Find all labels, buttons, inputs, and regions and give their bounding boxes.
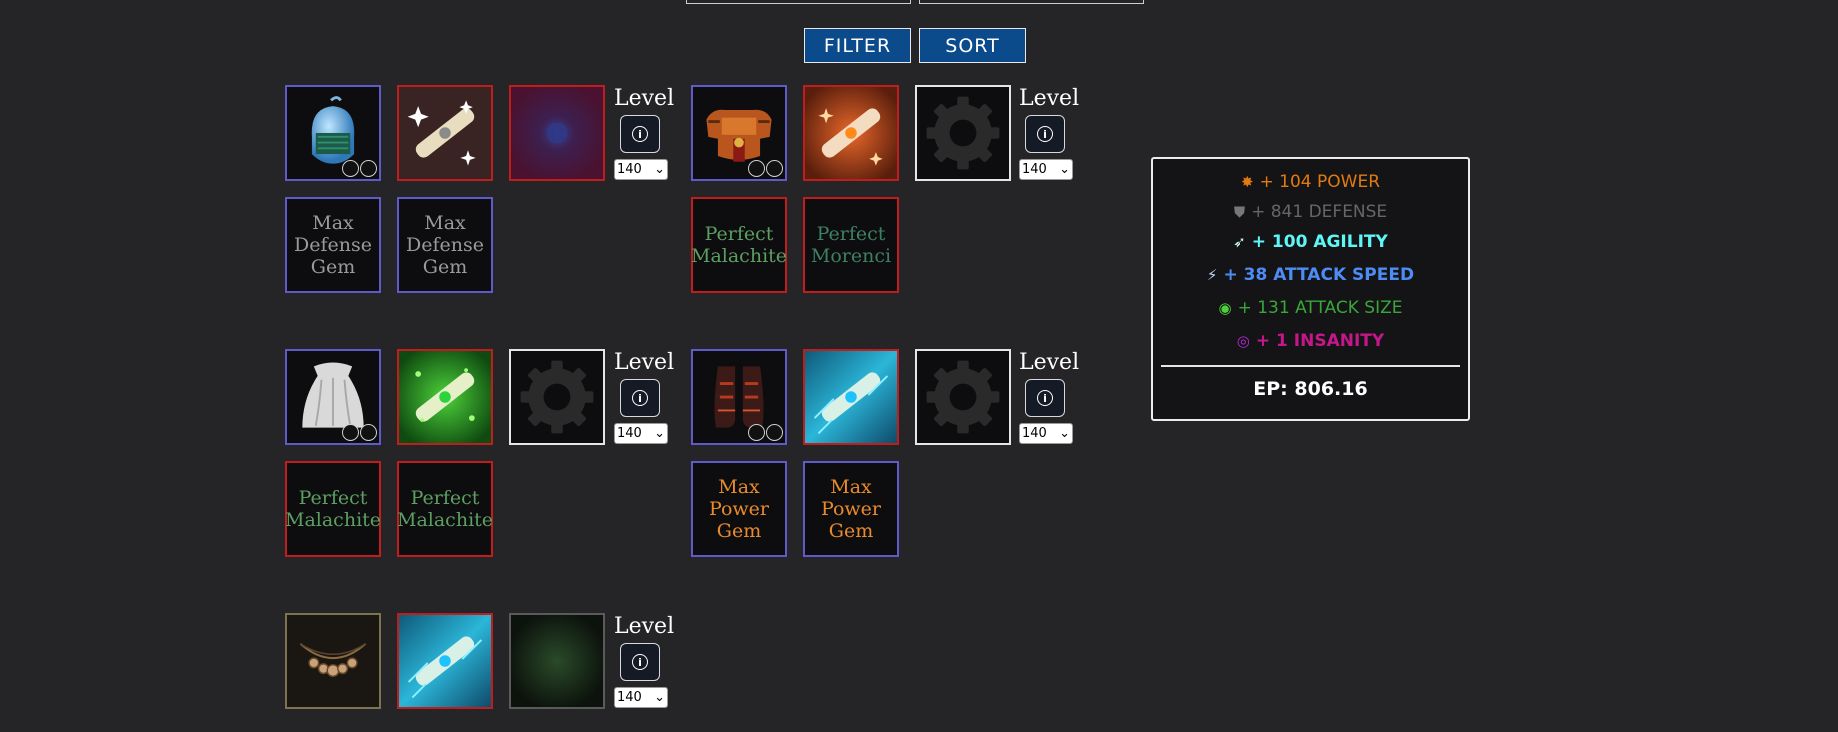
info-icon: i bbox=[632, 654, 648, 670]
extra-slot[interactable] bbox=[915, 85, 1011, 181]
chevron-down-icon: ⌄ bbox=[1059, 162, 1070, 177]
boots-slot[interactable] bbox=[691, 349, 787, 445]
defense-stat: ⛊ + 841 DEFENSE bbox=[1233, 202, 1388, 222]
extra-slot[interactable] bbox=[509, 85, 605, 181]
extra-slot[interactable] bbox=[915, 349, 1011, 445]
stats-divider bbox=[1161, 365, 1460, 367]
chevron-down-icon: ⌄ bbox=[1059, 426, 1070, 441]
chevron-down-icon: ⌄ bbox=[654, 162, 665, 177]
gem-slot[interactable]: Max Power Gem bbox=[803, 461, 899, 557]
gem-sockets bbox=[342, 160, 377, 177]
level-select[interactable]: 140 ⌄ bbox=[614, 159, 668, 180]
agility-stat: ➶ + 100 AGILITY bbox=[1233, 232, 1388, 252]
gem-slot[interactable]: Perfect Malachite bbox=[397, 461, 493, 557]
chest-slot[interactable] bbox=[691, 85, 787, 181]
chevron-down-icon: ⌄ bbox=[654, 690, 665, 705]
gem-slot[interactable]: Max Defense Gem bbox=[397, 197, 493, 293]
sort-input-partial[interactable] bbox=[919, 0, 1144, 4]
level-info-button[interactable]: i bbox=[620, 643, 660, 681]
helmet-slot[interactable] bbox=[285, 85, 381, 181]
upgrade-scroll-slot[interactable] bbox=[803, 85, 899, 181]
white-scroll-icon bbox=[399, 87, 491, 179]
level-label: Level bbox=[1019, 350, 1080, 375]
extra-slot[interactable] bbox=[509, 349, 605, 445]
shield-icon: ⛊ bbox=[1233, 203, 1246, 221]
chevron-down-icon: ⌄ bbox=[654, 426, 665, 441]
attack-size-stat: ◉ + 131 ATTACK SIZE bbox=[1218, 298, 1403, 318]
orange-scroll-icon bbox=[805, 87, 897, 179]
stats-panel: ✸ + 104 POWER ⛊ + 841 DEFENSE ➶ + 100 AG… bbox=[1151, 157, 1470, 421]
gem-slot[interactable]: Perfect Malachite bbox=[691, 197, 787, 293]
level-select[interactable]: 140 ⌄ bbox=[614, 687, 668, 708]
blue-scroll-icon bbox=[805, 351, 897, 443]
power-icon: ✸ bbox=[1240, 173, 1254, 191]
purple-orb-icon bbox=[511, 87, 603, 179]
cape-slot[interactable] bbox=[285, 349, 381, 445]
level-info-button[interactable]: i bbox=[620, 379, 660, 417]
insanity-stat: ◎ + 1 INSANITY bbox=[1236, 331, 1385, 351]
gem-slot[interactable]: Perfect Morenci bbox=[803, 197, 899, 293]
level-label: Level bbox=[614, 350, 675, 375]
gem-slot[interactable]: Max Defense Gem bbox=[285, 197, 381, 293]
upgrade-scroll-slot[interactable] bbox=[397, 85, 493, 181]
filter-button[interactable]: FILTER bbox=[804, 28, 911, 63]
level-label: Level bbox=[614, 614, 675, 639]
extra-slot[interactable] bbox=[509, 613, 605, 709]
upgrade-scroll-slot[interactable] bbox=[803, 349, 899, 445]
green-orb-icon bbox=[511, 615, 603, 707]
attack-size-icon: ◉ bbox=[1218, 299, 1232, 317]
gear-icon bbox=[926, 360, 1000, 434]
sort-button[interactable]: SORT bbox=[919, 28, 1026, 63]
gem-sockets bbox=[748, 424, 783, 441]
level-info-button[interactable]: i bbox=[1025, 115, 1065, 153]
upgrade-scroll-slot[interactable] bbox=[397, 613, 493, 709]
gear-icon bbox=[520, 360, 594, 434]
level-select[interactable]: 140 ⌄ bbox=[1019, 423, 1073, 444]
level-info-button[interactable]: i bbox=[1025, 379, 1065, 417]
level-select[interactable]: 140 ⌄ bbox=[1019, 159, 1073, 180]
power-stat: ✸ + 104 POWER bbox=[1240, 172, 1381, 192]
gear-icon bbox=[926, 96, 1000, 170]
gem-sockets bbox=[748, 160, 783, 177]
info-icon: i bbox=[1037, 126, 1053, 142]
level-info-button[interactable]: i bbox=[620, 115, 660, 153]
blue-scroll-icon bbox=[399, 615, 491, 707]
gem-slot[interactable]: Perfect Malachite bbox=[285, 461, 381, 557]
necklace-icon bbox=[299, 643, 367, 678]
filter-input-partial[interactable] bbox=[686, 0, 911, 4]
level-label: Level bbox=[614, 86, 675, 111]
info-icon: i bbox=[632, 126, 648, 142]
agility-icon: ➶ bbox=[1233, 233, 1246, 251]
info-icon: i bbox=[1037, 390, 1053, 406]
gem-slot[interactable]: Max Power Gem bbox=[691, 461, 787, 557]
level-select[interactable]: 140 ⌄ bbox=[614, 423, 668, 444]
upgrade-scroll-slot[interactable] bbox=[397, 349, 493, 445]
gem-sockets bbox=[342, 424, 377, 441]
attack-speed-stat: ⚡ + 38 ATTACK SPEED bbox=[1206, 265, 1415, 285]
level-label: Level bbox=[1019, 86, 1080, 111]
info-icon: i bbox=[632, 390, 648, 406]
attack-speed-icon: ⚡ bbox=[1206, 266, 1218, 284]
ep-value: EP: 806.16 bbox=[1253, 378, 1368, 400]
green-scroll-icon bbox=[399, 351, 491, 443]
necklace-slot[interactable] bbox=[285, 613, 381, 709]
eye-icon: ◎ bbox=[1236, 332, 1250, 350]
